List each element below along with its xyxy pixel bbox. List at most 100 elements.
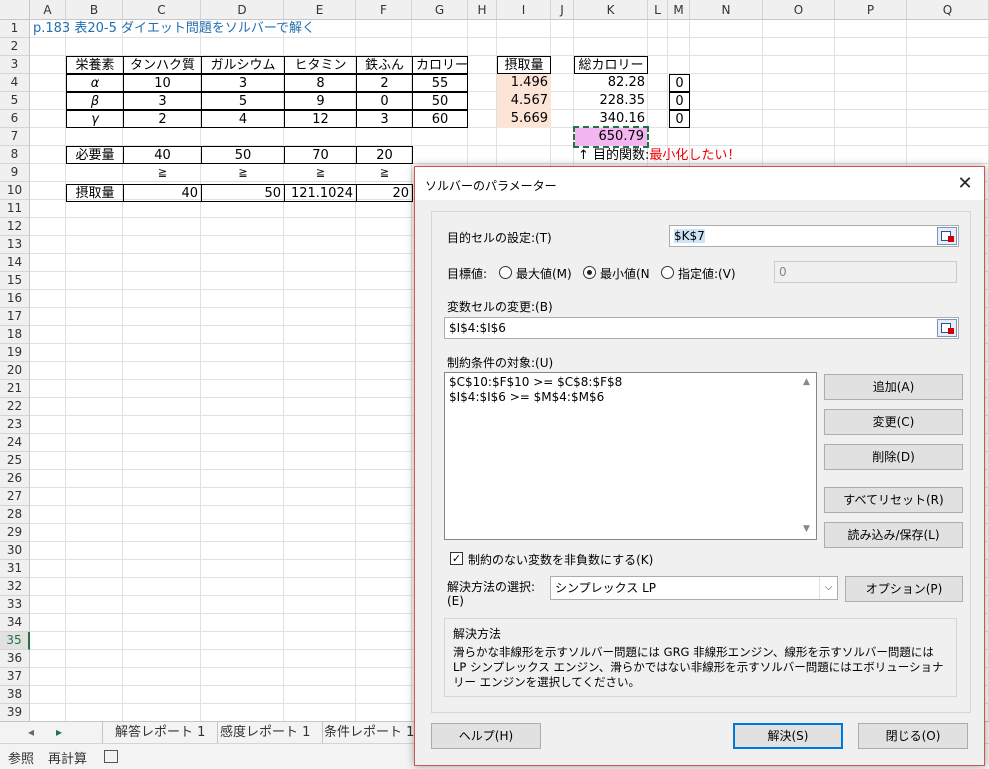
ge-vitamin[interactable]: ≧ — [284, 164, 357, 182]
required-calcium[interactable]: 50 — [201, 146, 285, 164]
radio-min-label[interactable]: 最小値(N — [600, 265, 650, 282]
row-header[interactable]: 15 — [0, 272, 30, 290]
row-header[interactable]: 2 — [0, 38, 30, 56]
row-header[interactable]: 9 — [0, 164, 30, 182]
required-iron[interactable]: 20 — [356, 146, 413, 164]
food-min-intake[interactable]: 0 — [669, 74, 690, 92]
ge-protein[interactable]: ≧ — [123, 164, 202, 182]
column-header[interactable]: K — [574, 0, 648, 20]
row-header[interactable]: 12 — [0, 218, 30, 236]
hdr-protein[interactable]: タンハク質 — [123, 56, 202, 74]
row-header[interactable]: 13 — [0, 236, 30, 254]
tab-answer-report[interactable]: 解答レポート 1 — [102, 722, 219, 743]
radio-max-label[interactable]: 最大値(M) — [516, 265, 572, 282]
close-button[interactable]: 閉じる(O) — [858, 723, 968, 749]
row-header[interactable]: 28 — [0, 506, 30, 524]
row-header[interactable]: 33 — [0, 596, 30, 614]
food-calorie[interactable]: 55 — [412, 74, 468, 92]
objective-input[interactable]: $K$7 — [669, 225, 959, 247]
intake-iron[interactable]: 20 — [356, 184, 413, 202]
required-label[interactable]: 必要量 — [66, 146, 124, 164]
ge-iron[interactable]: ≧ — [356, 164, 413, 182]
row-header[interactable]: 17 — [0, 308, 30, 326]
food-vitamin[interactable]: 12 — [284, 110, 357, 128]
column-header[interactable]: J — [551, 0, 574, 20]
column-header[interactable]: D — [201, 0, 284, 20]
intake-protein[interactable]: 40 — [123, 184, 202, 202]
hdr-iron[interactable]: 鉄ふん — [356, 56, 413, 74]
food-intake[interactable]: 1.496 — [497, 74, 551, 92]
required-vitamin[interactable]: 70 — [284, 146, 357, 164]
change-button[interactable]: 変更(C) — [824, 409, 963, 435]
row-header[interactable]: 26 — [0, 470, 30, 488]
radio-max[interactable] — [499, 266, 512, 279]
hdr-nutrient[interactable]: 栄養素 — [66, 56, 124, 74]
row-header[interactable]: 25 — [0, 452, 30, 470]
food-protein[interactable]: 10 — [123, 74, 202, 92]
column-header[interactable]: N — [690, 0, 763, 20]
column-header[interactable]: E — [284, 0, 356, 20]
row-header[interactable]: 32 — [0, 578, 30, 596]
solve-button[interactable]: 解決(S) — [733, 723, 843, 749]
constraints-list[interactable]: $C$10:$F$10 >= $C$8:$F$8 $I$4:$I$6 >= $M… — [444, 372, 817, 540]
tab-limits-report[interactable]: 条件レポート 1 — [312, 722, 428, 743]
column-header[interactable]: B — [66, 0, 123, 20]
row-header[interactable]: 39 — [0, 704, 30, 721]
row-header[interactable]: 16 — [0, 290, 30, 308]
food-calorie[interactable]: 50 — [412, 92, 468, 110]
food-calcium[interactable]: 4 — [201, 110, 285, 128]
food-iron[interactable]: 2 — [356, 74, 413, 92]
scroll-down-icon[interactable]: ▼ — [803, 522, 810, 537]
row-header[interactable]: 5 — [0, 92, 30, 110]
range-select-icon[interactable] — [937, 319, 957, 337]
intake-label[interactable]: 摂取量 — [66, 184, 124, 202]
row-header[interactable]: 20 — [0, 362, 30, 380]
food-vitamin[interactable]: 9 — [284, 92, 357, 110]
column-header[interactable]: P — [835, 0, 907, 20]
hdr-vitamin[interactable]: ヒタミン — [284, 56, 357, 74]
row-header[interactable]: 14 — [0, 254, 30, 272]
radio-value-label[interactable]: 指定値:(V) — [678, 265, 736, 282]
food-intake[interactable]: 4.567 — [497, 92, 551, 110]
constraint-item[interactable]: $I$4:$I$6 >= $M$4:$M$6 — [449, 390, 812, 405]
delete-button[interactable]: 削除(D) — [824, 444, 963, 470]
food-name[interactable]: α — [66, 74, 124, 92]
tab-next-icon[interactable]: ▸ — [56, 722, 62, 743]
hdr-calcium[interactable]: ガルシウム — [201, 56, 285, 74]
row-header[interactable]: 36 — [0, 650, 30, 668]
intake-calcium[interactable]: 50 — [201, 184, 285, 202]
row-header[interactable]: 30 — [0, 542, 30, 560]
food-min-intake[interactable]: 0 — [669, 92, 690, 110]
row-header[interactable]: 21 — [0, 380, 30, 398]
row-header[interactable]: 18 — [0, 326, 30, 344]
target-value-input[interactable]: 0 — [774, 261, 957, 283]
column-header[interactable]: L — [648, 0, 668, 20]
variable-input[interactable]: $I$4:$I$6 — [444, 317, 959, 339]
tab-sensitivity-report[interactable]: 感度レポート 1 — [208, 722, 324, 743]
constraint-item[interactable]: $C$10:$F$10 >= $C$8:$F$8 — [449, 375, 812, 390]
row-header[interactable]: 23 — [0, 416, 30, 434]
row-header[interactable]: 34 — [0, 614, 30, 632]
row-header[interactable]: 8 — [0, 146, 30, 164]
row-header[interactable]: 37 — [0, 668, 30, 686]
intake-vitamin[interactable]: 121.1024 — [284, 184, 357, 202]
nonneg-checkbox[interactable]: ✓ — [450, 552, 463, 565]
column-header[interactable]: A — [30, 0, 66, 20]
options-button[interactable]: オプション(P) — [845, 576, 963, 602]
column-header[interactable]: M — [668, 0, 690, 20]
food-calcium[interactable]: 3 — [201, 74, 285, 92]
row-header[interactable]: 24 — [0, 434, 30, 452]
food-min-intake[interactable]: 0 — [669, 110, 690, 128]
food-total-calorie[interactable]: 82.28 — [574, 74, 648, 92]
row-header[interactable]: 7 — [0, 128, 30, 146]
load-save-button[interactable]: 読み込み/保存(L) — [824, 522, 963, 548]
tab-prev-icon[interactable]: ◂ — [28, 722, 34, 743]
column-header[interactable]: H — [468, 0, 497, 20]
macro-record-icon[interactable] — [104, 750, 118, 763]
radio-min[interactable] — [583, 266, 596, 279]
row-header[interactable]: 10 — [0, 182, 30, 200]
add-button[interactable]: 追加(A) — [824, 374, 963, 400]
objective-cell[interactable]: 650.79 — [573, 126, 649, 148]
row-header[interactable]: 31 — [0, 560, 30, 578]
hdr-intake[interactable]: 摂取量 — [497, 56, 551, 74]
